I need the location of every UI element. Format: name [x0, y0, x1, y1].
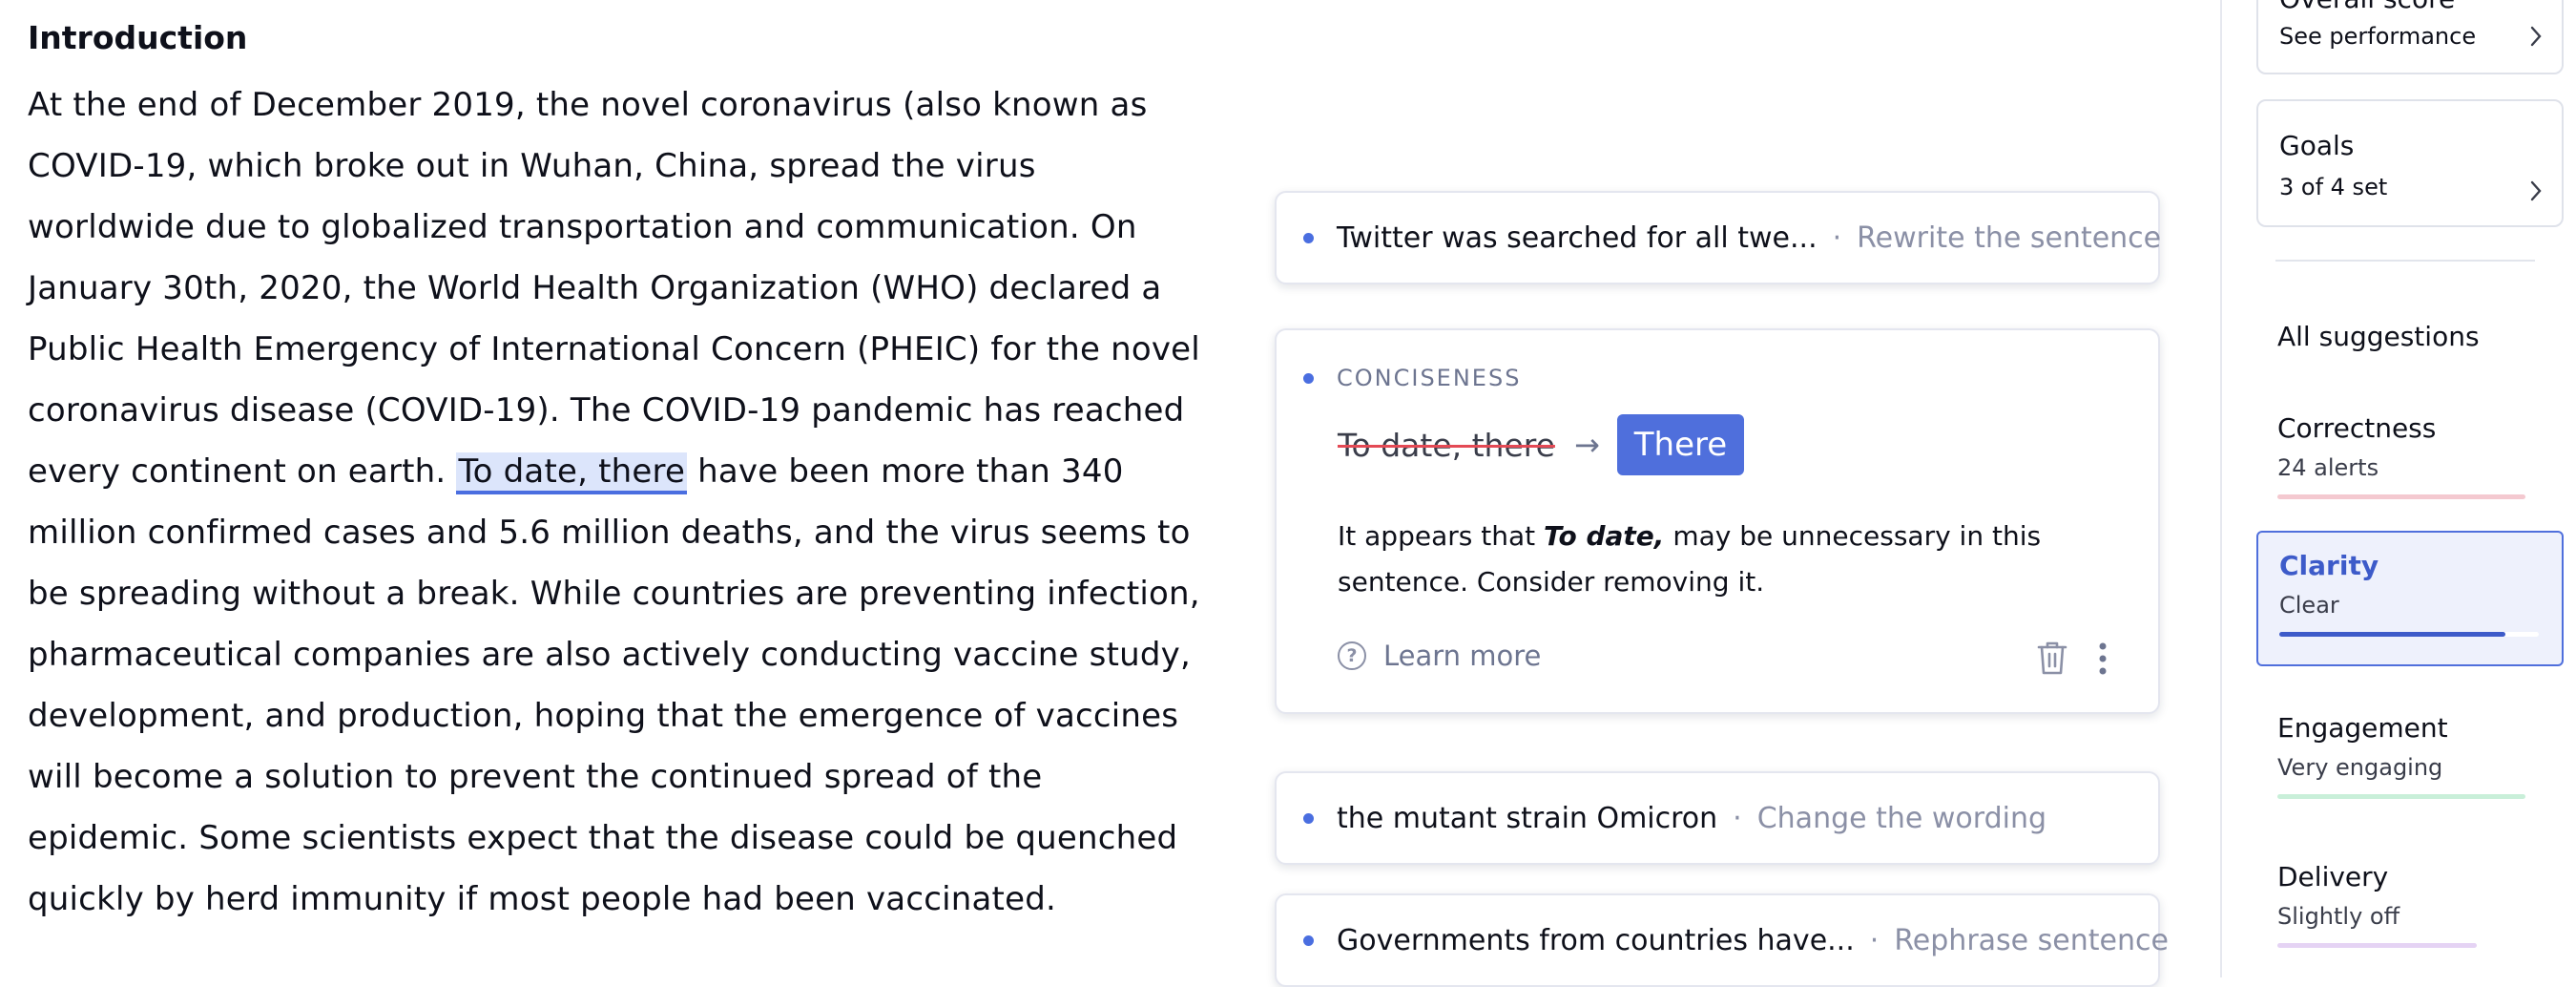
accept-replacement-button[interactable]: There	[1616, 414, 1745, 475]
document-body[interactable]: At the end of December 2019, the novel c…	[28, 74, 1201, 930]
explanation-emphasis: To date,	[1544, 520, 1665, 552]
suggestion-category: CONCISENESS	[1337, 365, 1522, 391]
suggestion-bullet	[1303, 812, 1314, 824]
metric-status: Clear	[2279, 592, 2339, 619]
more-options-icon[interactable]	[2097, 641, 2109, 680]
goals-card[interactable]: Goals 3 of 4 set	[2256, 99, 2564, 227]
metric-delivery[interactable]: Delivery Slightly off	[2256, 844, 2564, 979]
overall-score-title: Overall score	[2279, 0, 2455, 14]
metric-progress-bar	[2277, 794, 2525, 799]
metric-status: Slightly off	[2277, 903, 2400, 930]
separator-dot: ·	[1832, 220, 1842, 255]
suggestion-action: Rephrase sentence	[1894, 923, 2169, 957]
metric-progress-bar	[2277, 943, 2533, 948]
trash-icon[interactable]	[2036, 640, 2068, 680]
learn-more-label: Learn more	[1383, 640, 1542, 672]
metric-name: Delivery	[2277, 861, 2389, 892]
chevron-right-icon	[2529, 25, 2543, 52]
sidebar-divider	[2275, 260, 2535, 262]
suggestion-card-collapsed[interactable]: Governments from countries have... · Rep…	[1275, 893, 2169, 987]
see-performance-label: See performance	[2279, 23, 2477, 50]
suggestion-card-collapsed[interactable]: the mutant strain Omicron · Change the w…	[1275, 771, 2160, 865]
all-suggestions-tab[interactable]: All suggestions	[2277, 321, 2480, 352]
suggestion-snippet: the mutant strain Omicron	[1337, 801, 1718, 835]
suggestion-action: Change the wording	[1756, 801, 2047, 835]
suggestion-bullet	[1303, 934, 1314, 946]
metric-progress-bar	[2279, 632, 2539, 637]
original-text: To date, there	[1338, 426, 1555, 464]
suggestion-bullet	[1303, 372, 1314, 384]
arrow-right-icon: →	[1573, 427, 1600, 463]
suggestion-explanation: It appears that To date, may be unnecess…	[1338, 514, 2120, 605]
highlighted-phrase[interactable]: To date, there	[456, 452, 688, 494]
metric-clarity[interactable]: Clarity Clear	[2256, 531, 2564, 666]
suggestion-snippet: Governments from countries have...	[1337, 923, 1855, 957]
metric-progress-bar	[2277, 494, 2525, 499]
metric-correctness[interactable]: Correctness 24 alerts	[2256, 395, 2564, 531]
learn-more-link[interactable]: ? Learn more	[1338, 640, 1541, 672]
metric-status: Very engaging	[2277, 754, 2443, 781]
metric-status: 24 alerts	[2277, 454, 2379, 481]
goals-status: 3 of 4 set	[2279, 174, 2388, 200]
overall-score-card[interactable]: Overall score See performance	[2256, 0, 2564, 74]
assistant-sidebar: Overall score See performance Goals 3 of…	[2220, 0, 2576, 977]
goals-title: Goals	[2279, 130, 2355, 161]
separator-dot: ·	[1869, 923, 1880, 957]
suggestion-snippet: Twitter was searched for all twe...	[1337, 220, 1818, 255]
suggestion-card-collapsed[interactable]: Twitter was searched for all twe... · Re…	[1275, 191, 2162, 284]
document-text-before: At the end of December 2019, the novel c…	[28, 86, 1200, 491]
explanation-text: It appears that	[1338, 520, 1544, 552]
suggestion-action: Rewrite the sentence	[1857, 220, 2162, 255]
suggestion-bullet	[1303, 232, 1314, 243]
chevron-right-icon	[2529, 179, 2543, 206]
document-text-after: have been more than 340 million confirme…	[28, 452, 1200, 918]
suggestion-card-expanded: CONCISENESS To date, there → There It ap…	[1275, 328, 2160, 714]
document-heading: Introduction	[28, 19, 248, 56]
document-editor[interactable]: Introduction At the end of December 2019…	[28, 17, 1201, 930]
metric-name: Correctness	[2277, 412, 2437, 444]
separator-dot: ·	[1733, 801, 1742, 835]
metric-name: Clarity	[2279, 550, 2379, 581]
metric-name: Engagement	[2277, 712, 2448, 744]
question-circle-icon: ?	[1338, 641, 1366, 670]
metric-engagement[interactable]: Engagement Very engaging	[2256, 695, 2564, 830]
